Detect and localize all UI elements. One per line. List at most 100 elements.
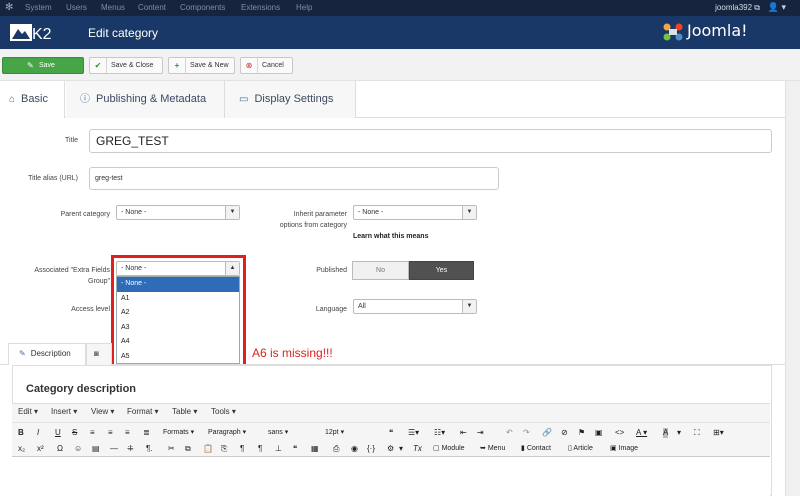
image-icon[interactable]: ▣: [595, 428, 603, 438]
cancel-button[interactable]: ⊗ Cancel: [240, 57, 293, 74]
menu-components[interactable]: Components: [180, 3, 225, 13]
copy-icon[interactable]: ⧉: [185, 444, 191, 454]
strikethrough-icon[interactable]: S: [72, 428, 77, 438]
save-new-button[interactable]: + Save & New: [168, 57, 235, 74]
editor-menu-table[interactable]: Table ▾: [172, 406, 197, 418]
unlink-icon[interactable]: ⊘: [561, 428, 568, 438]
chevron-down-icon: ▼: [462, 300, 476, 313]
paragraph-mark-icon[interactable]: ¶.: [146, 444, 153, 454]
tab-description[interactable]: ✎ Description: [8, 343, 86, 365]
cancel-icon: ⊗: [241, 58, 258, 73]
preview-icon[interactable]: ◉: [351, 444, 358, 454]
paste-text-icon[interactable]: ⎘: [221, 444, 227, 454]
redo-icon[interactable]: ↷: [523, 428, 530, 438]
menu-extensions[interactable]: Extensions: [241, 3, 280, 13]
paragraph-dropdown[interactable]: Paragraph ▾: [208, 428, 246, 438]
published-no-toggle[interactable]: No: [352, 261, 409, 280]
tab-basic[interactable]: ⌂ Basic: [0, 81, 65, 118]
image-button[interactable]: ▣ Image: [610, 444, 638, 454]
plus-icon: +: [169, 58, 186, 73]
editor-menu-insert[interactable]: Insert ▾: [51, 406, 77, 418]
save-close-button[interactable]: ✔ Save & Close: [89, 57, 163, 74]
editor-menu-view[interactable]: View ▾: [91, 406, 114, 418]
clear-format-icon[interactable]: Tx: [413, 444, 422, 454]
quote-icon[interactable]: ❝: [293, 444, 297, 454]
parent-category-select[interactable]: - None - ▼: [116, 205, 240, 220]
page-scrollbar[interactable]: [785, 81, 800, 496]
menu-content[interactable]: Content: [138, 3, 166, 13]
editor-menu-format[interactable]: Format ▾: [127, 406, 159, 418]
background-color-icon[interactable]: A: [663, 428, 669, 438]
emoticons-icon[interactable]: ☺: [74, 444, 82, 454]
bullet-list-icon[interactable]: ☰▾: [408, 428, 419, 438]
fullscreen-icon[interactable]: ⛶: [694, 428, 700, 438]
align-left-icon[interactable]: ≡: [90, 428, 95, 438]
menu-menus[interactable]: Menus: [101, 3, 125, 13]
align-center-icon[interactable]: ≡: [108, 428, 113, 438]
k2-logo: K2: [10, 24, 52, 41]
menu-system[interactable]: System: [25, 3, 52, 13]
align-right-icon[interactable]: ≡: [125, 428, 130, 438]
contact-icon: ▮: [521, 445, 525, 452]
published-yes-toggle[interactable]: Yes: [409, 261, 474, 280]
print-icon[interactable]: ⎙: [333, 444, 339, 454]
article-button[interactable]: ▯ Article: [568, 444, 593, 454]
undo-icon[interactable]: ↶: [506, 428, 513, 438]
cite-icon[interactable]: ⊥: [275, 444, 282, 454]
visual-blocks-icon[interactable]: {·}: [367, 444, 375, 454]
joomla-brand-text: Joomla!: [687, 21, 748, 40]
settings-icon[interactable]: ⚙: [387, 444, 394, 454]
menu-help[interactable]: Help: [296, 3, 312, 13]
align-justify-icon[interactable]: ≣: [143, 428, 150, 438]
rtl-icon[interactable]: ¶: [258, 444, 262, 454]
inherit-select[interactable]: - None - ▼: [353, 205, 477, 220]
tab-publishing-metadata[interactable]: ⓘ Publishing & Metadata: [66, 81, 225, 118]
ltr-icon[interactable]: ¶: [240, 444, 244, 454]
insert-date-icon[interactable]: ▦: [311, 444, 319, 454]
media-icon[interactable]: ▤: [92, 444, 100, 454]
editor-content-area[interactable]: [12, 457, 770, 496]
menu-button[interactable]: ➥ Menu: [480, 444, 505, 454]
link-icon[interactable]: 🔗: [542, 428, 552, 438]
chevron-down-icon[interactable]: ▾: [677, 428, 681, 438]
site-link[interactable]: joomla392 ⧉: [715, 3, 760, 13]
code-icon[interactable]: <>: [615, 428, 624, 438]
outdent-icon[interactable]: ⇤: [460, 428, 467, 438]
superscript-icon[interactable]: x²: [37, 444, 44, 454]
joomla-small-icon[interactable]: ✻: [5, 3, 15, 13]
module-button[interactable]: ▢ Module: [433, 444, 465, 454]
special-char-icon[interactable]: Ω: [57, 444, 63, 454]
menu-users[interactable]: Users: [66, 3, 87, 13]
subscript-icon[interactable]: x₂: [18, 444, 25, 454]
numbered-list-icon[interactable]: ☷▾: [434, 428, 445, 438]
font-size-dropdown[interactable]: 12pt ▾: [325, 428, 344, 438]
underline-icon[interactable]: U: [55, 428, 61, 438]
contact-button[interactable]: ▮ Contact: [521, 444, 551, 454]
chevron-down-icon[interactable]: ▾: [399, 444, 403, 454]
tab-display-settings[interactable]: ▭ Display Settings: [225, 81, 356, 118]
svg-text:K2: K2: [32, 26, 52, 41]
horizontal-rule-icon[interactable]: —: [110, 444, 118, 454]
title-input[interactable]: GREG_TEST: [89, 129, 772, 153]
language-select[interactable]: All ▼: [353, 299, 477, 314]
anchor-icon[interactable]: ⚑: [578, 428, 585, 438]
user-menu-icon[interactable]: 👤 ▾: [768, 2, 786, 13]
formats-dropdown[interactable]: Formats ▾: [163, 428, 194, 438]
learn-more-link[interactable]: Learn what this means: [353, 233, 428, 240]
indent-icon[interactable]: ⇥: [477, 428, 484, 438]
cut-icon[interactable]: ✂: [168, 444, 175, 454]
tab-image[interactable]: ◙: [86, 343, 112, 365]
editor-menu-edit[interactable]: Edit ▾: [18, 406, 38, 418]
bold-icon[interactable]: B: [18, 428, 24, 438]
editor-menu-tools[interactable]: Tools ▾: [211, 406, 236, 418]
monitor-icon: ▭: [239, 94, 249, 105]
blockquote-icon[interactable]: ❝: [389, 428, 393, 438]
italic-icon[interactable]: I: [37, 428, 39, 438]
save-button[interactable]: ✎ Save: [2, 57, 84, 74]
alias-input[interactable]: greg-test: [89, 167, 499, 190]
paste-icon[interactable]: 📋: [203, 444, 213, 454]
font-family-dropdown[interactable]: sans ▾: [268, 428, 288, 438]
pagebreak-icon[interactable]: ⁜: [127, 444, 134, 454]
text-color-icon[interactable]: A ▾: [636, 428, 647, 438]
table-icon[interactable]: ⊞▾: [713, 428, 724, 438]
